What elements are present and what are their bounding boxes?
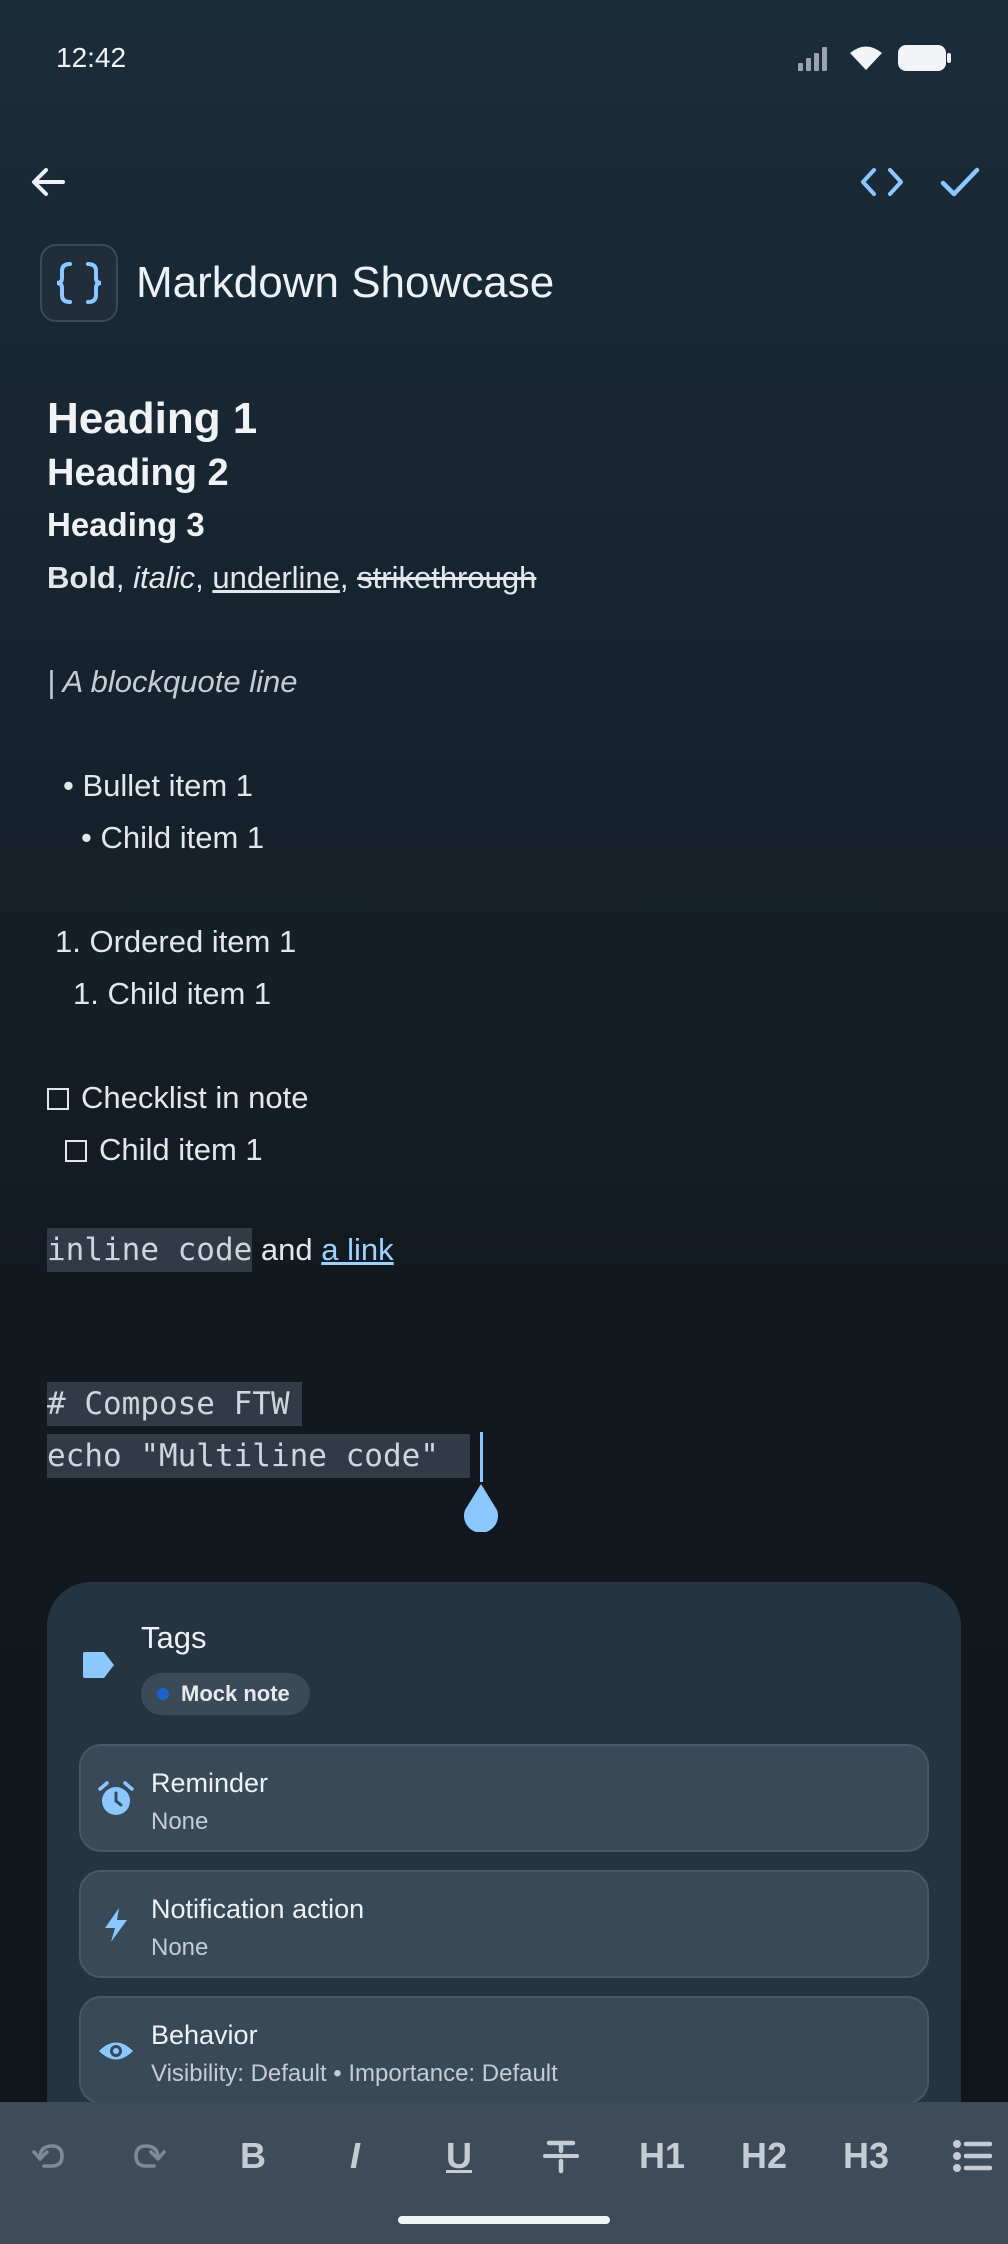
save-button[interactable]: [930, 152, 990, 212]
checklist-item: Checklist in note: [47, 1080, 308, 1116]
bullet-item: • Bullet item 1: [63, 768, 254, 803]
heading-1: Heading 1: [47, 394, 258, 443]
bullet-child-item: • Child item 1: [81, 820, 265, 855]
tags-title: Tags: [141, 1620, 207, 1655]
bold-text: Bold: [47, 560, 116, 595]
checkbox-icon[interactable]: [65, 1140, 87, 1162]
strikethrough-button[interactable]: [534, 2130, 588, 2182]
tag-color-dot: [157, 1688, 169, 1700]
back-button[interactable]: [18, 152, 78, 212]
behavior-card[interactable]: Behavior Visibility: Default • Importanc…: [79, 1996, 929, 2104]
code-block-line-1: # Compose FTW: [47, 1382, 302, 1426]
strikethrough-text: strikethrough: [357, 560, 537, 595]
behavior-value: Visibility: Default • Importance: Defaul…: [151, 2060, 558, 2087]
inline-code-line: inline code and a link: [47, 1228, 394, 1272]
underline-button[interactable]: U: [432, 2130, 486, 2182]
check-icon: [940, 167, 980, 197]
code-icon: [861, 168, 903, 196]
bolt-icon: [105, 1908, 127, 1942]
ordered-item: 1. Ordered item 1: [55, 924, 297, 959]
heading-2: Heading 2: [47, 452, 229, 494]
curly-braces-icon: [56, 262, 102, 304]
redo-icon: [134, 2144, 166, 2168]
italic-text: italic: [133, 560, 196, 595]
reminder-card[interactable]: Reminder None: [79, 1744, 929, 1852]
redo-button[interactable]: [126, 2130, 174, 2182]
undo-button[interactable]: [24, 2130, 72, 2182]
bulleted-list-icon: [953, 2140, 992, 2172]
checklist-item-label: Checklist in note: [81, 1080, 309, 1115]
heading-3: Heading 3: [47, 506, 205, 543]
source-view-button[interactable]: [852, 152, 912, 212]
notification-action-value: None: [151, 1934, 209, 1961]
battery-icon: [898, 45, 951, 71]
heading-2-button[interactable]: H2: [734, 2130, 794, 2182]
inline-formatting-line: Bold, italic, underline, strikethrough: [47, 560, 537, 595]
ordered-child-item: 1. Child item 1: [73, 976, 272, 1011]
status-time: 12:42: [56, 42, 127, 73]
inline-code: inline code: [47, 1228, 253, 1272]
underline-text: underline: [212, 560, 340, 595]
behavior-title: Behavior: [151, 2020, 258, 2050]
undo-icon: [32, 2144, 64, 2168]
label-icon: [83, 1652, 114, 1678]
cursor-handle-icon[interactable]: [461, 1482, 501, 1532]
tag-chip-label: Mock note: [181, 1681, 290, 1706]
checklist-child-label: Child item 1: [99, 1132, 263, 1167]
code-block-line-2: echo "Multiline code": [47, 1434, 470, 1478]
strikethrough-icon: [543, 2140, 579, 2174]
bold-button[interactable]: B: [226, 2130, 280, 2182]
italic-button[interactable]: I: [328, 2130, 382, 2182]
home-indicator[interactable]: [398, 2216, 610, 2224]
note-title[interactable]: Markdown Showcase: [136, 258, 554, 308]
eye-icon: [99, 2042, 133, 2060]
inline-link[interactable]: a link: [321, 1232, 393, 1267]
blockquote: | A blockquote line: [47, 664, 298, 699]
reminder-title: Reminder: [151, 1768, 269, 1798]
notification-action-title: Notification action: [151, 1894, 365, 1924]
arrow-back-icon: [32, 168, 65, 196]
notification-action-card[interactable]: Notification action None: [79, 1870, 929, 1978]
text-cursor: [480, 1432, 483, 1482]
alarm-icon: [98, 1781, 134, 1815]
plain-text: and: [252, 1232, 322, 1267]
status-icons: [798, 44, 952, 72]
reminder-value: None: [151, 1808, 209, 1835]
bulleted-list-button[interactable]: [950, 2130, 994, 2182]
heading-1-button[interactable]: H1: [632, 2130, 692, 2182]
tag-chip[interactable]: Mock note: [141, 1673, 310, 1715]
note-type-button[interactable]: [40, 244, 118, 322]
note-title-row: Markdown Showcase: [40, 244, 554, 322]
wifi-icon: [850, 46, 882, 70]
checklist-child-item: Child item 1: [65, 1132, 263, 1168]
heading-3-button[interactable]: H3: [836, 2130, 896, 2182]
signal-icon: [798, 47, 827, 71]
checkbox-icon[interactable]: [47, 1088, 69, 1110]
